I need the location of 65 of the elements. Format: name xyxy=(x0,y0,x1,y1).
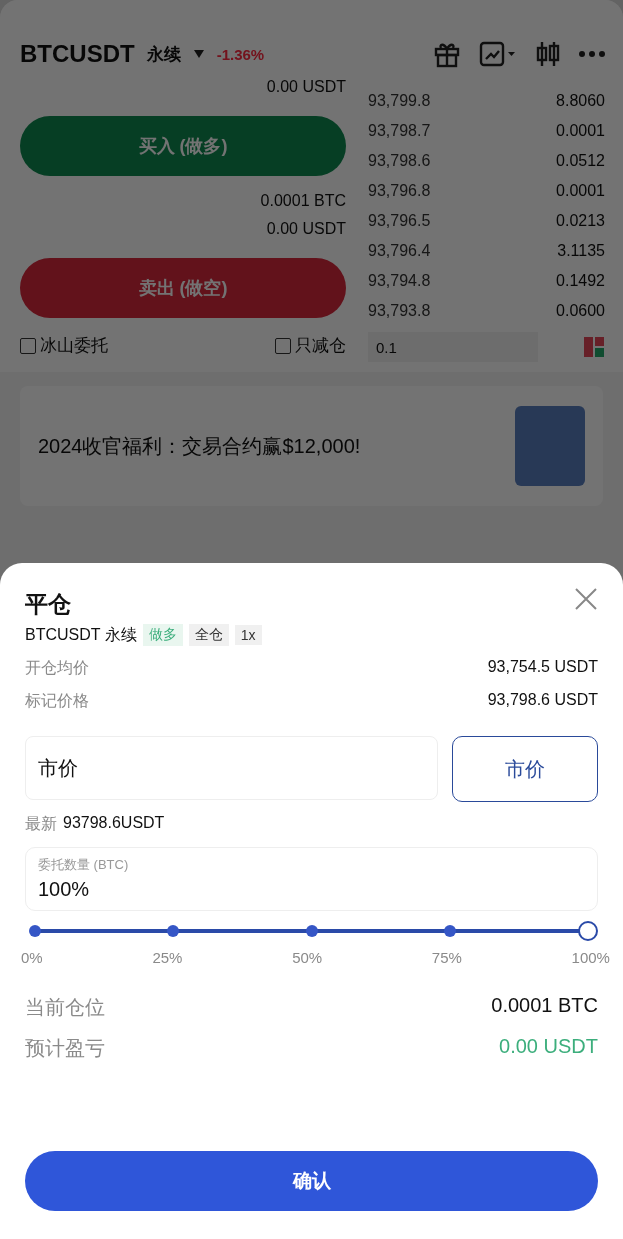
banner-text: 2024收官福利：交易合约赢$12,000! xyxy=(38,433,361,459)
order-size: 0.1492 xyxy=(556,272,605,290)
balance-value: 0.00 USDT xyxy=(266,78,346,97)
promo-banner[interactable]: 2024收官福利：交易合约赢$12,000! xyxy=(20,386,603,506)
summary-value: 0.00 USDT xyxy=(499,1035,598,1059)
price-change: -1.36% xyxy=(216,45,265,63)
slider-tick-label: 0% xyxy=(21,949,43,966)
precision-select[interactable]: 0.1 xyxy=(368,332,538,362)
slider-stop[interactable] xyxy=(443,925,456,937)
order-price: 93,796.4 xyxy=(368,242,431,260)
info-value: 93,754.5 USDT xyxy=(487,658,598,677)
position-tag: 1x xyxy=(234,625,262,645)
slider-stop[interactable] xyxy=(167,925,180,937)
order-price: 93,793.8 xyxy=(368,302,431,320)
depth-layout-icon[interactable] xyxy=(583,336,605,358)
margin-value: 0.00 USDT xyxy=(266,220,346,239)
price-field[interactable]: 市价 xyxy=(25,736,438,800)
candlestick-icon[interactable] xyxy=(535,40,561,68)
position-tag: 全仓 xyxy=(188,624,229,646)
checkbox[interactable] xyxy=(275,337,291,354)
slider-stop[interactable] xyxy=(29,925,41,937)
order-size: 0.0001 xyxy=(556,182,605,200)
confirm-button[interactable]: 确认 xyxy=(25,1151,598,1211)
chart-icon[interactable] xyxy=(479,40,517,68)
info-label: 开仓均价 xyxy=(25,658,89,678)
order-size: 0.0001 xyxy=(556,122,605,140)
symbol-title[interactable]: BTCUSDT xyxy=(20,40,135,68)
order-size: 8.8060 xyxy=(556,92,605,110)
checkbox[interactable] xyxy=(20,337,36,354)
summary-value: 0.0001 BTC xyxy=(491,994,598,1018)
order-price: 93,796.8 xyxy=(368,182,431,200)
order-price: 93,794.8 xyxy=(368,272,431,290)
order-price: 93,796.5 xyxy=(368,212,431,230)
contract-name: BTCUSDT 永续 xyxy=(25,624,137,645)
order-size: 0.0213 xyxy=(556,212,605,230)
caret-icon[interactable] xyxy=(192,49,205,59)
buy-button[interactable]: 买入 (做多) xyxy=(20,116,346,176)
info-label: 标记价格 xyxy=(25,691,89,711)
latest-label: 最新 xyxy=(25,814,57,834)
slider-tick-label: 50% xyxy=(292,949,323,966)
order-price: 93,798.6 xyxy=(368,152,431,170)
position-tag: 做多 xyxy=(142,624,183,646)
sheet-title: 平仓 xyxy=(25,590,71,619)
quantity-field[interactable]: 委托数量 (BTC) 100% xyxy=(25,847,598,911)
order-price: 93,798.7 xyxy=(368,122,431,140)
position-value: 0.0001 BTC xyxy=(260,192,346,211)
slider-tick-label: 75% xyxy=(431,949,462,966)
option-label: 冰山委托 xyxy=(40,335,108,357)
summary-label: 预计盈亏 xyxy=(25,1036,105,1061)
latest-price: 93798.6USDT xyxy=(63,814,165,833)
contract-label: 永续 xyxy=(146,43,181,66)
summary-label: 当前仓位 xyxy=(25,995,105,1020)
option-label: 只减仓 xyxy=(295,335,346,357)
slider-stop[interactable] xyxy=(305,925,318,937)
more-icon[interactable] xyxy=(579,50,605,58)
order-size: 0.0600 xyxy=(556,302,605,320)
slider-tick-label: 25% xyxy=(152,949,183,966)
order-price: 93,799.8 xyxy=(368,92,431,110)
market-price-button[interactable]: 市价 xyxy=(452,736,598,802)
info-value: 93,798.6 USDT xyxy=(487,691,598,710)
slider-tick-label: 100% xyxy=(571,949,610,966)
order-size: 3.1135 xyxy=(557,242,605,260)
sell-button[interactable]: 卖出 (做空) xyxy=(20,258,346,318)
slider-thumb[interactable] xyxy=(578,921,598,941)
order-size: 0.0512 xyxy=(556,152,605,170)
